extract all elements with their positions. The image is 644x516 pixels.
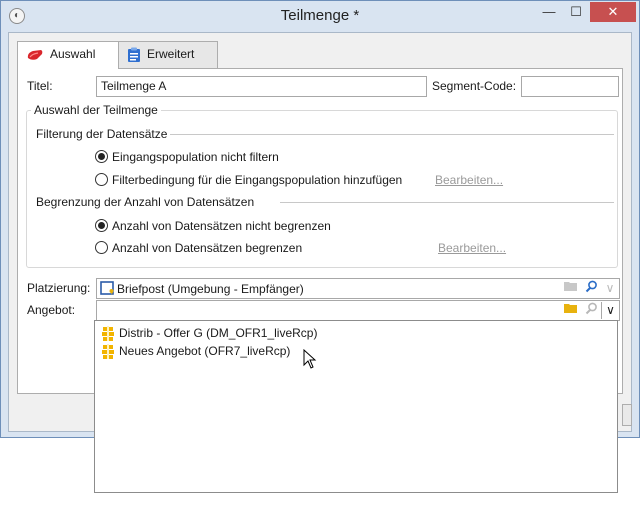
- radio-add-filter[interactable]: [95, 173, 108, 186]
- radio-no-limit-label: Anzahl von Datensätzen nicht begrenzen: [112, 219, 331, 233]
- filter-section-title: Filterung der Datensätze: [36, 127, 168, 141]
- placement-label: Platzierung:: [27, 281, 91, 295]
- radio-limit[interactable]: [95, 241, 108, 254]
- offer-gift-icon: [102, 344, 114, 359]
- radio-no-filter[interactable]: [95, 150, 108, 163]
- offer-option-2-label: Neues Angebot (OFR7_liveRcp): [119, 344, 291, 358]
- title-bar: ◐ Teilmenge * — ☐ ✕: [1, 1, 639, 32]
- placement-search-icon[interactable]: [582, 280, 600, 297]
- limit-section-title: Begrenzung der Anzahl von Datensätzen: [36, 195, 255, 209]
- radio-no-filter-label: Eingangspopulation nicht filtern: [112, 150, 279, 164]
- radio-no-limit[interactable]: [95, 219, 108, 232]
- radio-add-filter-label: Filterbedingung für die Eingangspopulati…: [112, 173, 403, 187]
- offer-option-1-label: Distrib - Offer G (DM_OFR1_liveRcp): [119, 326, 318, 340]
- tab-auswahl-label: Auswahl: [50, 47, 96, 61]
- offer-gift-icon: [102, 326, 114, 341]
- offer-chevron-down-icon[interactable]: ∨: [601, 302, 619, 319]
- offer-option-1[interactable]: Distrib - Offer G (DM_OFR1_liveRcp): [99, 324, 599, 342]
- offer-option-2[interactable]: Neues Angebot (OFR7_liveRcp): [99, 342, 599, 360]
- selection-group-title: Auswahl der Teilmenge: [31, 103, 161, 117]
- placement-chevron-down-icon[interactable]: ∨: [601, 280, 619, 297]
- limit-edit-link[interactable]: Bearbeiten...: [438, 241, 506, 255]
- segment-code-label: Segment-Code:: [432, 79, 517, 93]
- title-label: Titel:: [27, 79, 53, 93]
- maximize-button[interactable]: ☐: [563, 2, 589, 22]
- offer-folder-icon[interactable]: [562, 302, 580, 319]
- segment-code-input[interactable]: [521, 76, 619, 97]
- placement-combo[interactable]: Briefpost (Umgebung - Empfänger) ∨: [96, 278, 620, 299]
- filter-edit-link[interactable]: Bearbeiten...: [435, 173, 503, 187]
- title-input[interactable]: Teilmenge A: [96, 76, 427, 97]
- close-button[interactable]: ✕: [590, 2, 636, 22]
- dialog-button-partial[interactable]: [622, 404, 632, 426]
- mouse-cursor-icon: [303, 349, 317, 369]
- red-pill-icon: [27, 49, 43, 60]
- radio-limit-label: Anzahl von Datensätzen begrenzen: [112, 241, 303, 255]
- offer-dropdown-list[interactable]: Distrib - Offer G (DM_OFR1_liveRcp) Neue…: [94, 320, 618, 493]
- tab-erweitert[interactable]: Erweitert: [118, 41, 218, 68]
- offer-label: Angebot:: [27, 303, 76, 317]
- offer-combo[interactable]: ∨: [96, 300, 620, 321]
- placement-folder-icon[interactable]: [562, 280, 580, 297]
- tab-auswahl[interactable]: Auswahl: [17, 41, 119, 69]
- minimize-button[interactable]: —: [536, 2, 562, 22]
- clipboard-icon: [128, 47, 140, 62]
- limit-section-divider: [280, 202, 614, 203]
- tab-erweitert-label: Erweitert: [147, 47, 195, 61]
- letter-channel-icon: [100, 281, 114, 295]
- offer-search-icon[interactable]: [582, 302, 600, 319]
- filter-section-divider: [170, 134, 614, 135]
- placement-value: Briefpost (Umgebung - Empfänger): [117, 282, 304, 296]
